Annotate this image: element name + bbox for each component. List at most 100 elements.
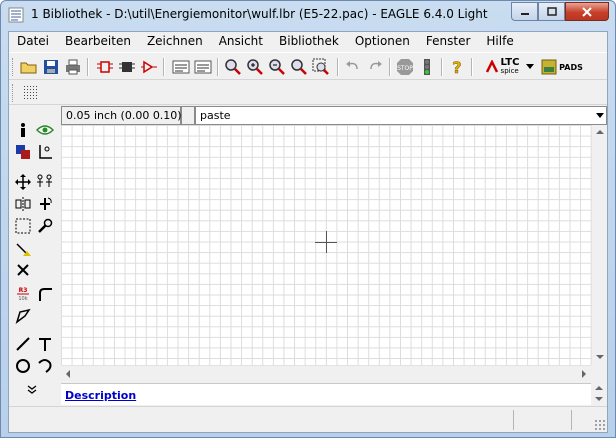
toolbar-grip[interactable] [12,58,15,76]
scroll-down-arrow[interactable] [595,397,603,401]
paste-button[interactable] [13,240,33,260]
resize-grip[interactable] [594,419,606,431]
svg-text:STOP: STOP [397,65,413,72]
scroll-right-arrow[interactable] [582,370,586,378]
menu-fenster[interactable]: Fenster [418,32,479,51]
schematic-icon [97,61,113,73]
status-bar [9,406,607,432]
scroll-up-arrow[interactable] [596,130,604,134]
coordinate-toggle[interactable] [181,106,195,125]
wire-button[interactable] [13,334,33,354]
pads-button[interactable]: PADS [539,57,585,77]
description-link[interactable]: Description [65,389,136,402]
client-area: Datei Bearbeiten Zeichnen Ansicht Biblio… [8,31,608,433]
print-button[interactable] [63,57,83,77]
toolbar-grip[interactable] [12,84,15,102]
show-button[interactable] [35,120,55,140]
menu-optionen[interactable]: Optionen [347,32,418,51]
grid-button[interactable] [21,83,41,103]
undo-icon [346,61,358,70]
toolbar-separator [87,58,89,76]
mark-button[interactable] [35,142,55,162]
ltspice-button[interactable]: LTC spice [479,57,525,77]
display-button[interactable] [13,142,33,162]
zoom-select-button[interactable] [311,57,331,77]
more-tools-chevron[interactable] [27,385,37,398]
scroll-down-arrow[interactable] [596,355,604,359]
help-icon: ? [452,58,462,76]
window-title: 1 Bibliothek - D:\util\Energiemonitor\wu… [31,7,488,21]
ltspice-dropdown[interactable] [525,57,535,77]
change-button[interactable] [35,216,55,236]
split-button[interactable] [13,306,33,326]
menu-bibliothek[interactable]: Bibliothek [271,32,347,51]
group-button[interactable] [13,216,33,236]
text-button[interactable] [35,334,55,354]
open-button[interactable] [19,57,39,77]
zoom-redraw-button[interactable] [289,57,309,77]
command-line[interactable]: paste [195,106,607,125]
minimize-button[interactable] [511,2,538,21]
vertical-scrollbar[interactable] [591,125,607,365]
scroll-left-arrow[interactable] [66,370,70,378]
go-button[interactable] [417,57,437,77]
layers-icon [16,145,30,159]
zoom-out-button[interactable] [267,57,287,77]
split-icon [15,308,31,324]
window-controls [511,2,609,21]
drawing-canvas[interactable] [61,125,591,365]
arc-button[interactable] [35,356,55,376]
go-icon [424,59,430,75]
ulp-button[interactable] [193,57,213,77]
menu-datei[interactable]: Datei [9,32,57,51]
scroll-up-arrow[interactable] [595,386,603,390]
maximize-icon [546,7,557,16]
menu-ansicht[interactable]: Ansicht [211,32,271,51]
zoom-out-icon [269,59,285,75]
board-icon [119,62,135,72]
description-scrollbar[interactable] [591,383,607,405]
toolbar-separator [217,58,219,76]
stop-button[interactable]: STOP [395,57,415,77]
circle-button[interactable] [13,356,33,376]
script-button[interactable] [171,57,191,77]
board-button[interactable] [117,57,137,77]
save-icon [44,60,58,74]
save-button[interactable] [41,57,61,77]
help-button[interactable]: ? [447,57,467,77]
menu-bearbeiten[interactable]: Bearbeiten [57,32,139,51]
chevron-down-icon [526,64,534,69]
zoom-fit-button[interactable] [223,57,243,77]
svg-text:?: ? [452,58,461,76]
miter-button[interactable] [35,284,55,304]
undo-button[interactable] [343,57,363,77]
menu-zeichnen[interactable]: Zeichnen [139,32,211,51]
stop-icon: STOP [397,59,413,75]
menu-bar: Datei Bearbeiten Zeichnen Ansicht Biblio… [9,32,607,51]
zoom-in-icon [247,59,263,75]
app-window: 1 Bibliothek - D:\util\Energiemonitor\wu… [0,0,616,438]
symbol-button[interactable] [139,57,159,77]
ltspice-sublabel: spice [500,67,519,75]
svg-text:10k: 10k [18,296,27,302]
schematic-button[interactable] [95,57,115,77]
delete-button[interactable] [13,260,33,280]
rotate-button[interactable] [35,194,55,214]
text-icon [39,338,51,351]
redo-button[interactable] [365,57,385,77]
horizontal-scrollbar[interactable] [61,365,591,381]
ulp-icon [194,60,212,74]
ltspice-label: LTC [500,57,520,68]
info-button[interactable] [13,120,33,140]
mirror-button[interactable] [13,194,33,214]
chevron-down-icon[interactable] [596,113,604,118]
zoom-in-button[interactable] [245,57,265,77]
title-bar[interactable]: 1 Bibliothek - D:\util\Energiemonitor\wu… [1,1,615,29]
name-button[interactable]: R3 10k [13,284,33,304]
move-button[interactable] [13,172,33,192]
maximize-button[interactable] [538,2,565,21]
copy-button[interactable] [35,172,55,192]
close-button[interactable] [565,2,609,21]
menu-hilfe[interactable]: Hilfe [478,32,521,51]
grid-icon [24,86,37,99]
